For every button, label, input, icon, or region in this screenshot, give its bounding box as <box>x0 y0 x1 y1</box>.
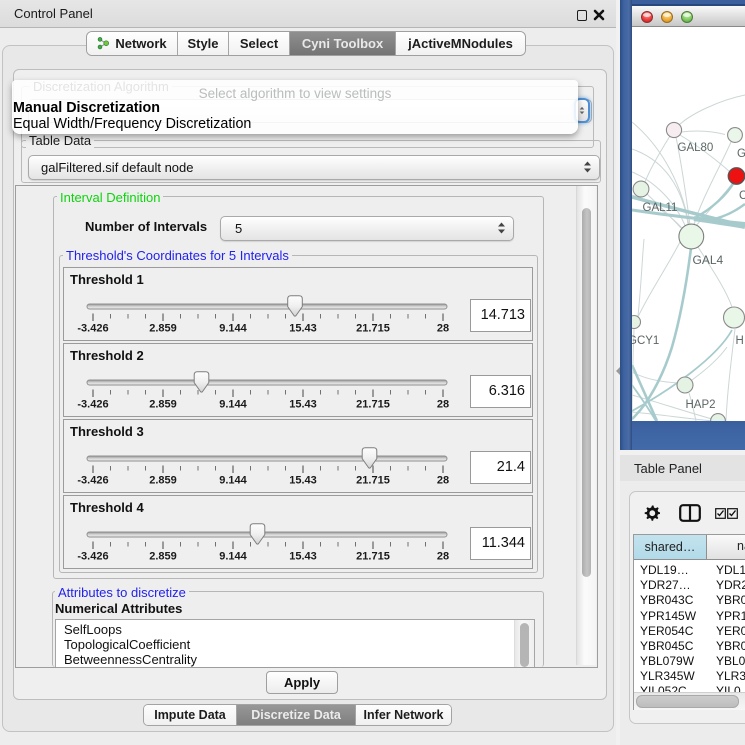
svg-text:28: 28 <box>437 551 449 563</box>
svg-text:-3.426: -3.426 <box>77 323 108 335</box>
svg-text:GAL4: GAL4 <box>693 253 724 267</box>
svg-text:21.715: 21.715 <box>356 399 390 411</box>
svg-text:GCY1: GCY1 <box>632 335 659 347</box>
svg-text:GAL80: GAL80 <box>678 142 714 154</box>
svg-text:9.144: 9.144 <box>219 551 247 563</box>
svg-text:9.144: 9.144 <box>219 323 247 335</box>
svg-text:15.43: 15.43 <box>289 551 317 563</box>
svg-text:-3.426: -3.426 <box>77 475 108 487</box>
svg-text:-3.426: -3.426 <box>77 399 108 411</box>
svg-text:21.715: 21.715 <box>356 475 390 487</box>
svg-text:GAL11: GAL11 <box>643 202 678 214</box>
svg-text:C: C <box>739 190 745 202</box>
svg-text:28: 28 <box>437 475 449 487</box>
svg-text:28: 28 <box>437 399 449 411</box>
svg-text:9.144: 9.144 <box>219 475 247 487</box>
svg-text:HAP2: HAP2 <box>686 399 716 411</box>
svg-text:-3.426: -3.426 <box>77 551 108 563</box>
svg-text:21.715: 21.715 <box>356 323 390 335</box>
svg-text:15.43: 15.43 <box>289 475 317 487</box>
svg-text:28: 28 <box>437 323 449 335</box>
svg-text:15.43: 15.43 <box>289 399 317 411</box>
svg-text:H: H <box>736 335 744 347</box>
svg-text:2.859: 2.859 <box>149 399 177 411</box>
svg-text:GA: GA <box>737 148 745 160</box>
svg-text:2.859: 2.859 <box>149 551 177 563</box>
svg-text:2.859: 2.859 <box>149 323 177 335</box>
svg-text:21.715: 21.715 <box>356 551 390 563</box>
svg-text:2.859: 2.859 <box>149 475 177 487</box>
svg-text:9.144: 9.144 <box>219 399 247 411</box>
svg-text:15.43: 15.43 <box>289 323 317 335</box>
